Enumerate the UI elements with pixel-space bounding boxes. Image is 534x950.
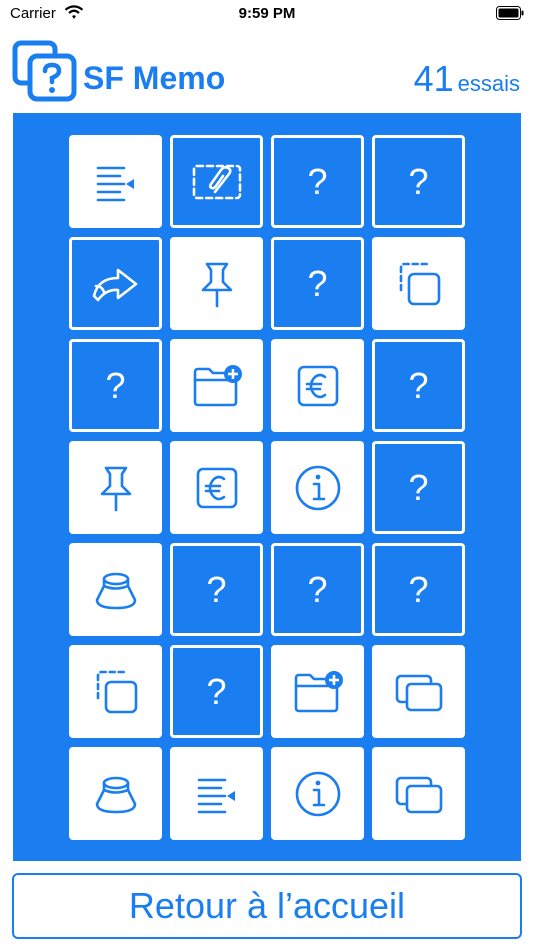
card-question-mark: ? <box>206 670 227 712</box>
card-question-mark: ? <box>307 568 328 610</box>
pin-icon <box>100 466 131 511</box>
memory-card[interactable] <box>69 237 162 330</box>
battery-icon <box>496 6 524 20</box>
duplicate-square-icon <box>399 262 440 305</box>
memory-card[interactable] <box>372 237 465 330</box>
memory-card[interactable] <box>69 543 162 636</box>
memory-card[interactable] <box>170 339 263 432</box>
memory-card[interactable]: ? <box>372 339 465 432</box>
home-button[interactable]: Retour à l’accueil <box>12 873 522 939</box>
attempts-count: 41 <box>413 58 454 99</box>
card-grid: ?????????? <box>69 135 465 840</box>
memory-card[interactable] <box>69 441 162 534</box>
euro-sign-icon <box>297 365 338 406</box>
paperclip-selection-icon <box>192 164 241 199</box>
memory-card[interactable]: ? <box>271 543 364 636</box>
text-insert-icon <box>197 778 235 813</box>
memory-card[interactable] <box>271 645 364 738</box>
folder-add-icon <box>193 364 242 406</box>
attempts-label: essais <box>457 71 520 96</box>
memory-card[interactable]: ? <box>170 543 263 636</box>
cup-cone-icon <box>95 776 136 813</box>
memory-card[interactable]: ? <box>372 441 465 534</box>
status-bar: Carrier 9:59 PM <box>0 0 534 30</box>
memory-card[interactable]: ? <box>372 543 465 636</box>
windows-stack-icon <box>395 674 442 711</box>
memory-card[interactable] <box>69 645 162 738</box>
card-question-mark: ? <box>408 466 429 508</box>
windows-stack-icon <box>395 776 442 813</box>
game-board: ?????????? <box>13 113 521 861</box>
info-circle-icon <box>295 465 340 510</box>
card-question-mark: ? <box>307 160 328 202</box>
memory-card[interactable] <box>271 747 364 840</box>
folder-add-icon <box>294 670 343 712</box>
card-question-mark: ? <box>206 568 227 610</box>
app-logo-icon <box>12 40 77 102</box>
memory-card[interactable] <box>271 339 364 432</box>
attempts-counter: 41 essais <box>414 58 520 100</box>
card-question-mark: ? <box>105 364 126 406</box>
memory-card[interactable]: ? <box>372 135 465 228</box>
memory-card[interactable] <box>69 135 162 228</box>
memory-card[interactable] <box>170 747 263 840</box>
info-circle-icon <box>295 771 340 816</box>
memory-card[interactable]: ? <box>69 339 162 432</box>
memory-card[interactable] <box>170 237 263 330</box>
memory-card[interactable] <box>372 747 465 840</box>
card-question-mark: ? <box>307 262 328 304</box>
memory-card[interactable]: ? <box>271 135 364 228</box>
share-arrow-icon <box>92 268 137 301</box>
app-title: SF Memo <box>83 60 226 96</box>
text-insert-icon <box>96 166 134 201</box>
card-question-mark: ? <box>408 364 429 406</box>
pin-icon <box>201 262 232 307</box>
card-question-mark: ? <box>408 568 429 610</box>
memory-card[interactable] <box>271 441 364 534</box>
memory-card[interactable] <box>170 135 263 228</box>
cup-cone-icon <box>95 572 136 609</box>
clock: 9:59 PM <box>238 5 296 22</box>
memory-card[interactable] <box>69 747 162 840</box>
memory-card[interactable]: ? <box>271 237 364 330</box>
memory-card[interactable]: ? <box>170 645 263 738</box>
duplicate-square-icon <box>96 670 137 713</box>
memory-card[interactable] <box>372 645 465 738</box>
memory-card[interactable] <box>170 441 263 534</box>
euro-sign-icon <box>196 467 237 508</box>
card-question-mark: ? <box>408 160 429 202</box>
header: SF Memo 41 essais <box>0 30 534 110</box>
